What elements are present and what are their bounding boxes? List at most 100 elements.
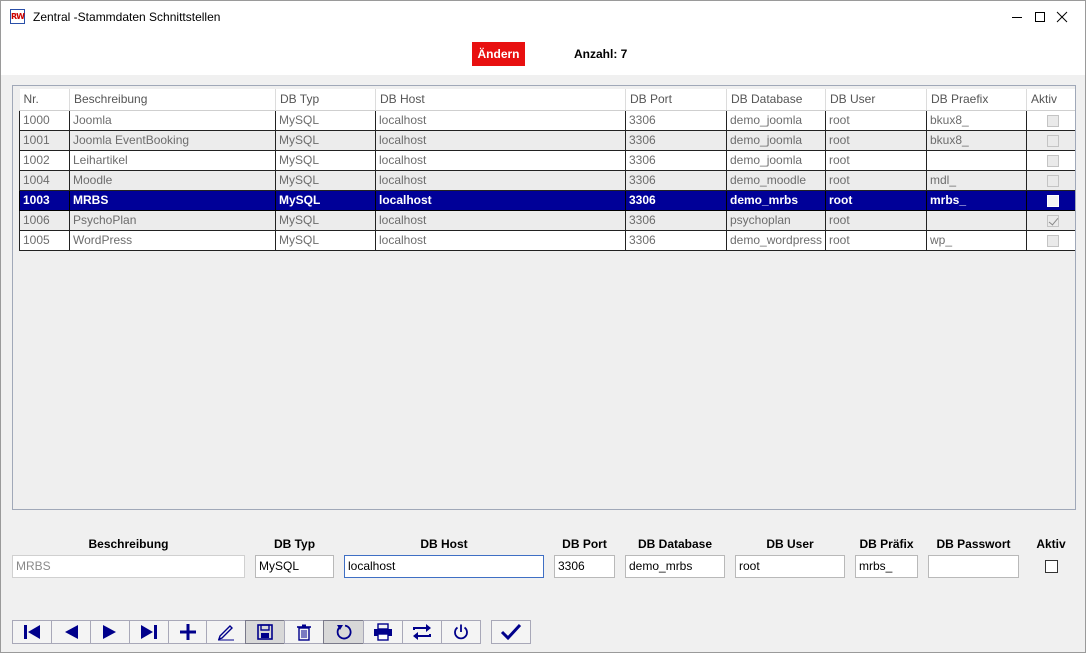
cell-db-host: localhost: [375, 150, 626, 171]
beschreibung-field[interactable]: MRBS: [12, 555, 245, 578]
close-button[interactable]: [1039, 1, 1085, 33]
delete-record-button[interactable]: [284, 620, 324, 644]
cell-db-database: demo_wordpress: [726, 230, 826, 251]
cell-db-host: localhost: [375, 110, 626, 131]
db-port-field[interactable]: 3306: [554, 555, 615, 578]
add-record-button[interactable]: [168, 620, 207, 644]
db-host-field[interactable]: localhost: [344, 555, 544, 578]
aktiv-row-checkbox[interactable]: [1046, 194, 1059, 207]
first-record-button[interactable]: [12, 620, 52, 644]
cell-nr: 1001: [19, 130, 70, 151]
header-bar: Ändern Anzahl: 7: [1, 33, 1085, 75]
cell-db-typ: MySQL: [275, 210, 376, 231]
table-row[interactable]: 1000 Joomla MySQL localhost 3306 demo_joomla r…: [19, 110, 1075, 131]
power-icon: [454, 624, 468, 640]
window-title: Zentral -Stammdaten Schnittstellen: [33, 10, 221, 24]
cell-db-typ: MySQL: [275, 170, 376, 191]
label-db-port: DB Port: [562, 537, 607, 551]
first-record-icon: [24, 625, 40, 639]
cell-db-port: 3306: [625, 190, 727, 211]
cell-aktiv: [1026, 130, 1075, 151]
undo-button[interactable]: [323, 620, 364, 644]
mode-badge: Ändern: [472, 42, 525, 66]
cell-db-host: localhost: [375, 210, 626, 231]
db-passwort-field[interactable]: [928, 555, 1019, 578]
add-icon: [179, 624, 196, 640]
aktiv-checkbox[interactable]: [1045, 560, 1058, 573]
next-record-button[interactable]: [90, 620, 130, 644]
column-header-db-database[interactable]: DB Database: [726, 89, 826, 111]
cell-beschreibung: Leihartikel: [69, 150, 276, 171]
aktiv-row-checkbox[interactable]: [1046, 114, 1059, 127]
db-typ-field[interactable]: MySQL: [255, 555, 334, 578]
column-header-db-host[interactable]: DB Host: [375, 89, 626, 111]
confirm-button[interactable]: [491, 620, 531, 644]
edit-icon: [217, 625, 234, 641]
cell-db-typ: MySQL: [275, 110, 376, 131]
cell-db-praefix: mrbs_: [926, 190, 1027, 211]
column-header-aktiv[interactable]: Aktiv: [1026, 89, 1075, 111]
table-row[interactable]: 1002 Leihartikel MySQL localhost 3306 demo_jo…: [19, 150, 1075, 171]
table-row[interactable]: 1003 MRBS MySQL localhost 3306 demo_mrbs root m…: [19, 190, 1075, 211]
table-row[interactable]: 1006 PsychoPlan MySQL localhost 3306 psychopl…: [19, 210, 1075, 231]
column-header-db-praefix[interactable]: DB Praefix: [926, 89, 1027, 111]
table-row[interactable]: 1004 Moodle MySQL localhost 3306 demo_moodle r…: [19, 170, 1075, 191]
cell-db-host: localhost: [375, 170, 626, 191]
table-row[interactable]: 1005 WordPress MySQL localhost 3306 demo_word…: [19, 230, 1075, 251]
cell-db-praefix: [926, 150, 1027, 171]
aktiv-row-checkbox[interactable]: [1046, 174, 1059, 187]
cell-db-host: localhost: [375, 230, 626, 251]
cell-db-database: demo_mrbs: [726, 190, 826, 211]
cell-db-user: root: [825, 190, 927, 211]
cell-db-praefix: bkux8_: [926, 110, 1027, 131]
edit-record-button[interactable]: [206, 620, 246, 644]
db-database-field[interactable]: demo_mrbs: [625, 555, 725, 578]
title-bar[interactable]: RW Zentral -Stammdaten Schnittstellen: [1, 1, 1085, 33]
db-user-field[interactable]: root: [735, 555, 845, 578]
print-button[interactable]: [363, 620, 403, 644]
label-db-user: DB User: [766, 537, 814, 551]
aktiv-row-checkbox[interactable]: [1046, 214, 1059, 227]
last-record-button[interactable]: [129, 620, 169, 644]
cell-db-user: root: [825, 210, 927, 231]
cell-db-database: psychoplan: [726, 210, 826, 231]
table-body: 1000 Joomla MySQL localhost 3306 demo_joomla r…: [19, 110, 1075, 251]
cell-db-user: root: [825, 110, 927, 131]
undo-icon: [336, 624, 351, 640]
next-record-icon: [103, 625, 116, 639]
previous-record-button[interactable]: [51, 620, 91, 644]
aktiv-row-checkbox[interactable]: [1046, 234, 1059, 247]
cell-db-typ: MySQL: [275, 190, 376, 211]
label-db-passwort: DB Passwort: [936, 537, 1011, 551]
aktiv-row-checkbox[interactable]: [1046, 154, 1059, 167]
column-header-beschreibung[interactable]: Beschreibung: [69, 89, 276, 111]
label-aktiv: Aktiv: [1036, 537, 1066, 551]
application-window: RW Zentral -Stammdaten Schnittstellen Än…: [0, 0, 1086, 653]
cell-nr: 1005: [19, 230, 70, 251]
swap-button[interactable]: [402, 620, 442, 644]
aktiv-row-checkbox[interactable]: [1046, 134, 1059, 147]
save-record-button[interactable]: [245, 620, 285, 644]
power-button[interactable]: [441, 620, 481, 644]
cell-db-user: root: [825, 130, 927, 151]
column-header-nr[interactable]: Nr.: [19, 89, 70, 111]
column-header-db-port[interactable]: DB Port: [625, 89, 727, 111]
save-icon: [257, 624, 273, 640]
column-header-db-typ[interactable]: DB Typ: [275, 89, 376, 111]
cell-db-user: root: [825, 230, 927, 251]
cell-nr: 1002: [19, 150, 70, 171]
cell-db-database: demo_joomla: [726, 130, 826, 151]
cell-aktiv: [1026, 170, 1075, 191]
swap-icon: [413, 624, 431, 640]
column-header-db-user[interactable]: DB User: [825, 89, 927, 111]
cell-db-typ: MySQL: [275, 230, 376, 251]
data-grid[interactable]: Nr. Beschreibung DB Typ DB Host DB Port …: [12, 85, 1076, 510]
label-db-praefix: DB Präfix: [859, 537, 914, 551]
label-beschreibung: Beschreibung: [88, 537, 169, 551]
table-row[interactable]: 1001 Joomla EventBooking MySQL localhost 330…: [19, 130, 1075, 151]
cell-db-database: demo_joomla: [726, 110, 826, 131]
db-praefix-field[interactable]: mrbs_: [855, 555, 918, 578]
cell-beschreibung: Joomla EventBooking: [69, 130, 276, 151]
cell-aktiv: [1026, 190, 1075, 211]
cell-db-praefix: [926, 210, 1027, 231]
